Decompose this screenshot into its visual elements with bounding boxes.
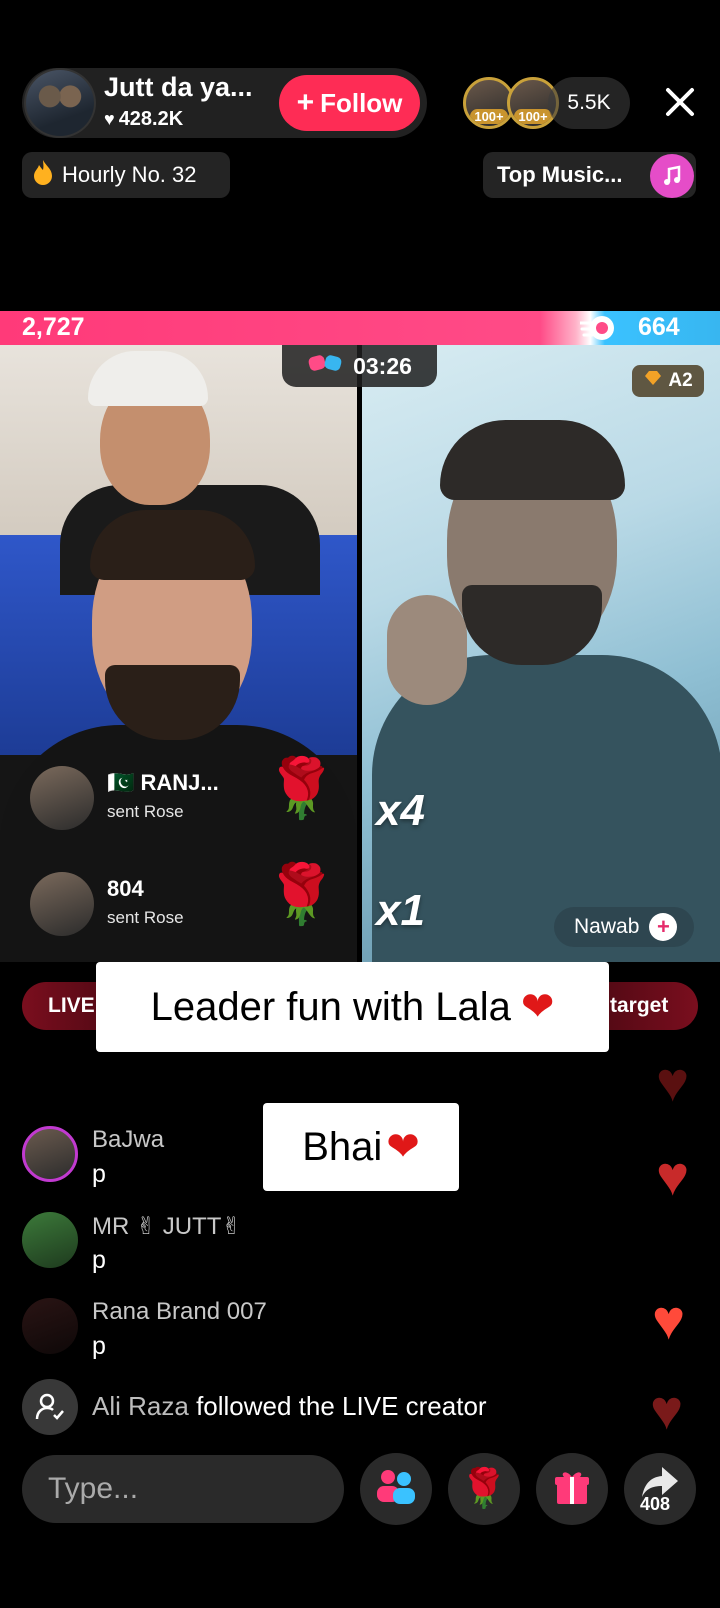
host-avatar[interactable] (24, 68, 96, 138)
follow-notification: Ali Raza followed the LIVE creator (22, 1379, 622, 1435)
hourly-rank-pill[interactable]: Hourly No. 32 (22, 152, 230, 198)
viewer-count[interactable]: 5.5K (548, 77, 630, 129)
battle-gloves-icon (307, 351, 343, 381)
viewer-rank-badge: 100+ (514, 109, 552, 124)
add-opponent-icon[interactable]: + (649, 913, 678, 941)
battle-timer: 03:26 (282, 345, 437, 387)
floating-heart-icon: ♥ (656, 1050, 690, 1113)
follow-notification-message: followed the LIVE creator (196, 1391, 487, 1421)
gift-action: sent Rose (107, 802, 184, 821)
host-likes: ♥ 428.2K (104, 108, 183, 131)
opponent-name-pill[interactable]: Nawab + (554, 907, 694, 947)
rose-gift-button[interactable]: 🌹 (448, 1453, 520, 1525)
diamond-icon (643, 370, 663, 392)
follow-notification-user[interactable]: Ali Raza (92, 1391, 189, 1421)
chat-avatar[interactable] (22, 1212, 78, 1268)
opponent-video-right[interactable] (362, 345, 720, 962)
follow-label: Follow (320, 87, 403, 118)
top-viewers[interactable]: 100+ 100+ (463, 77, 559, 129)
chat-text: p (92, 1246, 106, 1274)
people-icon (374, 1467, 418, 1512)
chat-avatar[interactable] (22, 1298, 78, 1354)
heart-icon: ♥ (104, 109, 115, 129)
chat-message[interactable]: Rana Brand 007 p (22, 1298, 582, 1373)
opponent-beard (462, 585, 602, 665)
opponent-name: Nawab (574, 915, 640, 938)
gift-notification: 804 sent Rose 🌹 (30, 866, 337, 952)
opponent-rank-label: A2 (668, 370, 693, 391)
floating-heart-icon: ♥ (652, 1288, 686, 1351)
caption-text: Leader fun with Lala (150, 984, 511, 1029)
opponent-hair (440, 420, 625, 500)
opponent-rank-badge[interactable]: A2 (632, 365, 704, 397)
streak-icon (578, 313, 616, 343)
floating-heart-icon: ♥ (650, 1378, 684, 1441)
chat-message[interactable]: MR ✌ JUTT✌ p (22, 1212, 582, 1287)
host-name[interactable]: Jutt da ya... (104, 72, 253, 103)
gift-multiplier: x1 (376, 886, 425, 935)
hourly-rank-label: Hourly No. 32 (62, 162, 197, 187)
host-likes-count: 428.2K (118, 108, 184, 130)
gift-action: sent Rose (107, 908, 184, 927)
chat-avatar[interactable] (22, 1126, 78, 1182)
floating-heart-icon: ♥ (656, 1144, 690, 1207)
music-note-icon[interactable] (650, 154, 694, 198)
battle-timer-value: 03:26 (353, 352, 412, 379)
chat-text: p (92, 1160, 106, 1188)
chat-username[interactable]: BaJwa (92, 1126, 164, 1154)
close-icon[interactable] (660, 82, 700, 122)
user-follow-icon (22, 1379, 78, 1435)
gift-box-icon (552, 1467, 592, 1512)
chat-text: p (92, 1332, 106, 1360)
gift-sender-name-text: RANJ... (140, 770, 219, 795)
panel-divider (357, 345, 362, 962)
top-music-label: Top Music... (497, 162, 623, 187)
follow-notification-text: Ali Raza followed the LIVE creator (92, 1391, 487, 1422)
gift-sender-name: 804 (107, 876, 144, 901)
follow-button[interactable]: + Follow (279, 75, 420, 131)
gift-multiplier: x4 (376, 786, 425, 835)
chat-username[interactable]: Rana Brand 007 (92, 1298, 267, 1326)
front-person-hair (90, 510, 255, 580)
gift-notification: 🇵🇰 RANJ... sent Rose 🌹 (30, 760, 337, 846)
rose-icon: 🌹 (265, 862, 338, 927)
heart-icon: ❤ (520, 985, 555, 1029)
share-count: 408 (640, 1494, 671, 1514)
battle-score-left: 2,727 (22, 313, 85, 341)
chat-message[interactable]: BaJwa p (22, 1126, 582, 1201)
rose-icon: 🌹 (265, 756, 338, 821)
gift-button[interactable] (536, 1453, 608, 1525)
comment-input[interactable] (22, 1455, 344, 1523)
battle-score-right: 664 (638, 313, 680, 341)
gift-sender-name: 🇵🇰 RANJ... (107, 770, 219, 795)
chat-username[interactable]: MR ✌ JUTT✌ (92, 1212, 242, 1241)
viewer-rank-badge: 100+ (470, 109, 508, 124)
plus-icon: + (296, 86, 315, 119)
gift-sender-avatar (30, 766, 94, 830)
caption-overlay: Leader fun with Lala ❤ (96, 962, 609, 1052)
rose-icon: 🌹 (460, 1468, 508, 1510)
flame-icon (32, 159, 54, 191)
opponent-hand (387, 595, 467, 705)
gift-sender-avatar (30, 872, 94, 936)
multi-guest-button[interactable] (360, 1453, 432, 1525)
